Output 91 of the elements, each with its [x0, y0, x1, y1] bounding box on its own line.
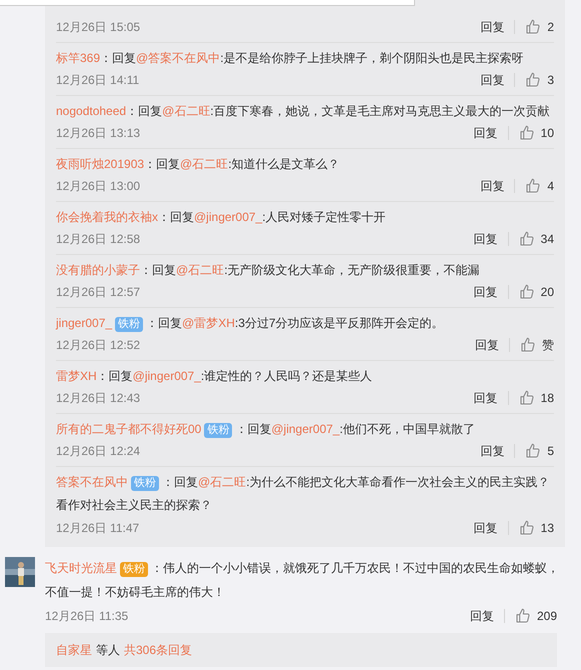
timestamp: 12月26日 12:24	[56, 443, 140, 460]
like-count: 20	[540, 284, 554, 301]
user-name-link[interactable]: 没有腊的小蒙子	[56, 263, 140, 277]
reply-link[interactable]: 回复	[474, 387, 498, 409]
reply-prefix: ：回复	[126, 104, 162, 118]
user-name-link[interactable]: 所有的二鬼子都不得好死00	[56, 422, 202, 436]
like-count: 赞	[542, 337, 554, 354]
like-count: 209	[536, 608, 557, 625]
like-count: 3	[547, 72, 554, 89]
like-count: 18	[540, 390, 554, 407]
thumbs-up-icon[interactable]	[518, 390, 535, 406]
reply-link[interactable]: 回复	[475, 334, 499, 356]
reply-text: :人民对矮子定性零十开	[262, 210, 386, 224]
reply-prefix: ：回复	[146, 316, 182, 330]
reply-link[interactable]: 回复	[470, 605, 494, 627]
reply-prefix: ：回复	[158, 210, 194, 224]
fan-badge: 铁粉	[115, 317, 144, 332]
user-name-link[interactable]: 夜雨听烛201903	[56, 157, 144, 171]
thumbs-up-icon[interactable]	[518, 284, 535, 300]
reply-prefix: ：回复	[162, 475, 198, 489]
reply-text: :为什么不能把文化大革命看作一次社会主义的民主实践？	[246, 475, 550, 489]
thumbs-up-icon[interactable]	[525, 443, 542, 459]
mention-link[interactable]: @石二旺	[198, 475, 246, 489]
mention-link[interactable]: @雷梦XH	[182, 316, 235, 330]
like-count: 13	[540, 520, 554, 537]
mention-link[interactable]: @石二旺	[176, 263, 224, 277]
user-name-link[interactable]: 雷梦XH	[56, 369, 97, 383]
replies-count-link[interactable]: 共306条回复	[124, 641, 192, 659]
user-name-link[interactable]: 飞天时光流星	[45, 561, 117, 575]
reply-text: :3分过7分功应该是平反那阵开会定的。	[234, 316, 444, 330]
user-name-link[interactable]: 你会挽着我的衣袖x	[56, 210, 158, 224]
thumbs-up-icon[interactable]	[518, 231, 535, 247]
timestamp: 12月26日 13:00	[56, 178, 140, 195]
timestamp: 12月26日 14:11	[56, 72, 140, 89]
timestamp: 12月26日 15:05	[56, 19, 140, 36]
mention-link[interactable]: @jinger007_	[271, 422, 340, 436]
user-name-link[interactable]: jinger007_	[56, 316, 112, 330]
comment-text: ：伟人的一个小小错误，就饿死了几千万农民！不过中国的农民生命如蝼蚁，	[151, 561, 559, 575]
like-count: 34	[540, 231, 554, 248]
reply-text: :无产阶级文化大革命，无产阶级很重要，不能漏	[224, 263, 480, 277]
user-name-link[interactable]: nogodtoheed	[56, 104, 126, 118]
mention-link[interactable]: @jinger007_	[194, 210, 262, 224]
fan-badge: 铁粉	[204, 423, 232, 438]
timestamp: 12月26日 13:13	[56, 125, 140, 142]
timestamp: 12月26日 11:35	[45, 608, 128, 625]
others-label: 等人	[96, 642, 120, 659]
mention-link[interactable]: @答案不在风中	[136, 51, 220, 65]
timestamp: 12月26日 12:52	[56, 337, 140, 354]
reply-prefix: ：回复	[140, 263, 176, 277]
mention-link[interactable]: @石二旺	[180, 157, 228, 171]
reply-link[interactable]: 回复	[474, 281, 498, 303]
thumbs-up-icon[interactable]	[520, 337, 536, 353]
timestamp: 12月26日 11:47	[56, 520, 140, 537]
mention-link[interactable]: @石二旺	[162, 104, 210, 118]
thumbs-up-icon[interactable]	[518, 520, 535, 536]
timestamp: 12月26日 12:57	[56, 284, 140, 301]
user-name-link[interactable]: 答案不在风中	[56, 475, 128, 489]
thumbs-up-icon[interactable]	[525, 72, 542, 88]
like-count: 4	[547, 178, 554, 195]
reply-text: 看作对社会主义民主的探索？	[56, 498, 212, 512]
reply-link[interactable]: 回复	[474, 228, 498, 250]
reply-link[interactable]: 回复	[474, 122, 498, 144]
reply-text: :谁定性的？人民吗？还是某些人	[200, 369, 372, 383]
reply-prefix: ：回复	[235, 422, 272, 436]
mention-link[interactable]: @jinger007_	[132, 369, 201, 383]
timestamp: 12月26日 12:43	[56, 390, 140, 407]
comment-text: 不值一提！不妨碍毛主席的伟大！	[45, 585, 225, 599]
reply-prefix: ：回复	[96, 369, 133, 383]
timestamp: 12月26日 12:58	[56, 231, 140, 248]
reply-text: :是不是给你脖子上挂块牌子，剃个阴阳头也是民主探索呀	[220, 51, 524, 65]
reply-link[interactable]: 回复	[480, 175, 504, 197]
reply-link[interactable]: 回复	[474, 517, 498, 539]
reply-link[interactable]: 回复	[480, 16, 504, 38]
reply-link[interactable]: 回复	[480, 69, 504, 91]
fan-badge: 铁粉	[120, 562, 148, 577]
reply-text: :知道什么是文革么？	[228, 157, 340, 171]
reply-text: :百度下寒春，她说，文革是毛主席对马克思主义最大的一次贡献	[210, 104, 550, 118]
thumbs-up-icon[interactable]	[525, 19, 542, 35]
fan-badge: 铁粉	[131, 476, 159, 491]
user-name-link[interactable]: 标竿369	[56, 51, 100, 65]
reply-text: :他们不死，中国早就散了	[340, 422, 475, 436]
like-count: 2	[547, 19, 554, 36]
like-count: 10	[540, 125, 554, 142]
reply-prefix: ：回复	[100, 51, 136, 65]
reply-prefix: ：回复	[144, 157, 180, 171]
thumbs-up-icon[interactable]	[514, 608, 531, 624]
thumbs-up-icon[interactable]	[518, 125, 535, 141]
user-name-link[interactable]: 自家星	[56, 641, 92, 659]
reply-link[interactable]: 回复	[480, 440, 504, 462]
like-count: 5	[547, 443, 554, 460]
thumbs-up-icon[interactable]	[525, 178, 542, 194]
